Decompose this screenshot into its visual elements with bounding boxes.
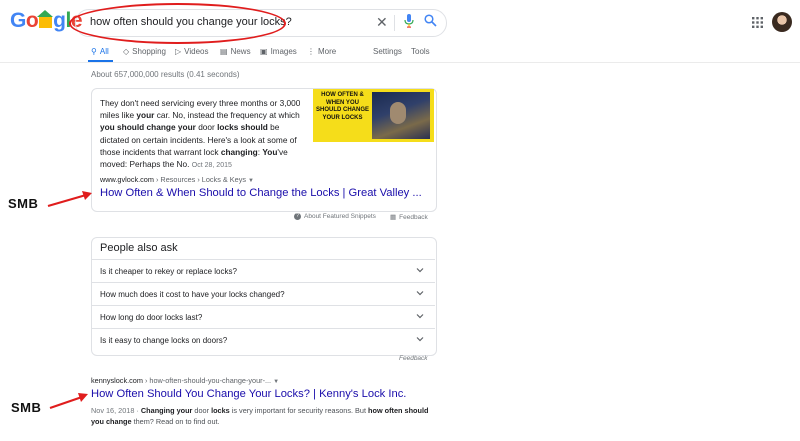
feedback-icon: ▦ bbox=[390, 214, 397, 221]
thumbnail-caption: How Often & When You Should Change Your … bbox=[315, 92, 369, 121]
search-icon: ⚲ bbox=[91, 47, 97, 56]
tabs-divider bbox=[0, 62, 800, 63]
tab-shopping[interactable]: ◇ Shopping bbox=[123, 47, 166, 56]
tab-all[interactable]: ⚲ All bbox=[91, 47, 109, 56]
snippet-text-run: you should change your bbox=[100, 122, 196, 133]
news-icon: ▤ bbox=[220, 47, 228, 56]
paa-question[interactable]: Is it easy to change locks on doors? bbox=[91, 328, 435, 352]
snippet-text-run: your bbox=[136, 110, 155, 121]
thumbnail-photo bbox=[372, 92, 430, 139]
snippet-date: Oct 28, 2015 bbox=[191, 162, 232, 170]
tab-news[interactable]: ▤ News bbox=[220, 47, 251, 56]
house-icon bbox=[37, 10, 54, 28]
snippet-text-run: them? Read on to find out. bbox=[131, 417, 220, 426]
red-arrow-icon bbox=[47, 191, 92, 208]
snippet-text-run: locks bbox=[211, 406, 230, 415]
feedback-label: Feedback bbox=[399, 213, 428, 221]
tag-icon: ◇ bbox=[123, 47, 130, 56]
about-featured-snippets[interactable]: ? About Featured Snippets bbox=[294, 213, 376, 220]
tab-label: Videos bbox=[184, 47, 209, 56]
tab-label: All bbox=[99, 47, 109, 56]
more-vertical-icon: ⋮ bbox=[307, 47, 315, 56]
tab-label: More bbox=[318, 47, 337, 56]
cite-path: › how-often-should-you-change-your-... bbox=[142, 376, 272, 385]
snippet-text-run: Changing your bbox=[140, 406, 193, 415]
paa-title: People also ask bbox=[100, 242, 178, 254]
paa-question[interactable]: Is it cheaper to rekey or replace locks? bbox=[91, 259, 435, 283]
paa-question-text: How long do door locks last? bbox=[100, 313, 203, 322]
featured-cite[interactable]: www.gvlock.com › Resources › Locks & Key… bbox=[100, 175, 254, 184]
snippet-text-run: car. No, instead the frequency at which bbox=[154, 110, 300, 121]
paa-question[interactable]: How long do door locks last? bbox=[91, 305, 435, 329]
paa-question-text: Is it cheaper to rekey or replace locks? bbox=[100, 267, 237, 276]
snippet-text-run: changing bbox=[220, 146, 258, 157]
play-icon: ▷ bbox=[175, 47, 182, 56]
avatar[interactable] bbox=[772, 12, 792, 32]
tab-settings[interactable]: Settings bbox=[373, 47, 402, 56]
tab-images[interactable]: ▣ Images bbox=[260, 47, 297, 56]
apps-grid-icon[interactable] bbox=[752, 17, 763, 28]
tab-label: News bbox=[230, 47, 251, 56]
smb-annotation-label: SMB bbox=[11, 400, 42, 415]
paa-question-text: Is it easy to change locks on doors? bbox=[100, 336, 228, 345]
snippet-text-run: You bbox=[262, 146, 278, 157]
result-stats: About 657,000,000 results (0.41 seconds) bbox=[91, 70, 240, 79]
search-divider bbox=[394, 15, 395, 31]
snippet-text-run: Nov 16, 2018 · bbox=[91, 406, 141, 415]
result-snippet: Nov 16, 2018 · Changing your door locks … bbox=[91, 405, 431, 427]
featured-thumbnail[interactable]: How Often & When You Should Change Your … bbox=[313, 89, 434, 142]
chevron-down-icon bbox=[416, 314, 424, 319]
about-label: About Featured Snippets bbox=[304, 213, 376, 220]
cite-domain: kennyslock.com bbox=[91, 376, 143, 385]
tab-tools[interactable]: Tools bbox=[411, 47, 430, 56]
cite-domain: www.gvlock.com bbox=[100, 175, 154, 184]
help-icon: ? bbox=[294, 213, 301, 220]
snippet-text-run: door bbox=[195, 122, 218, 133]
red-arrow-icon bbox=[49, 393, 88, 410]
paa-feedback-link[interactable]: Feedback bbox=[399, 355, 428, 362]
result-title[interactable]: How Often Should You Change Your Locks? … bbox=[91, 388, 406, 400]
caret-down-icon[interactable]: ▼ bbox=[248, 178, 254, 184]
paa-question[interactable]: How much does it cost to have your locks… bbox=[91, 282, 435, 306]
paa-question-text: How much does it cost to have your locks… bbox=[100, 290, 285, 299]
clear-icon[interactable]: ✕ bbox=[376, 14, 388, 31]
tab-label: Shopping bbox=[132, 47, 166, 56]
smb-annotation-label: SMB bbox=[8, 196, 39, 211]
chevron-down-icon bbox=[416, 268, 424, 273]
featured-snippet-text: They don't need servicing every three mo… bbox=[100, 97, 305, 172]
featured-result-title[interactable]: How Often & When Should to Change the Lo… bbox=[100, 187, 422, 199]
cite-path: › Resources › Locks & Keys bbox=[153, 175, 246, 184]
snippet-text-run: door bbox=[192, 406, 212, 415]
tab-more[interactable]: ⋮ More bbox=[307, 47, 336, 56]
tab-videos[interactable]: ▷ Videos bbox=[175, 47, 208, 56]
tab-label: Images bbox=[270, 47, 297, 56]
chevron-down-icon bbox=[416, 337, 424, 342]
red-annotation-circle bbox=[69, 3, 286, 44]
tab-label: Settings bbox=[373, 47, 402, 56]
search-icon[interactable] bbox=[424, 14, 437, 27]
snippet-text-run: is very important for security reasons. … bbox=[229, 406, 369, 415]
chevron-down-icon bbox=[416, 291, 424, 296]
snippet-text-run: locks should bbox=[217, 122, 268, 133]
caret-down-icon[interactable]: ▼ bbox=[273, 379, 279, 385]
result-cite[interactable]: kennyslock.com › how-often-should-you-ch… bbox=[91, 376, 279, 385]
tab-label: Tools bbox=[411, 47, 430, 56]
feedback-link[interactable]: ▦ Feedback bbox=[390, 213, 428, 222]
microphone-icon[interactable] bbox=[404, 14, 414, 28]
image-icon: ▣ bbox=[260, 47, 268, 56]
